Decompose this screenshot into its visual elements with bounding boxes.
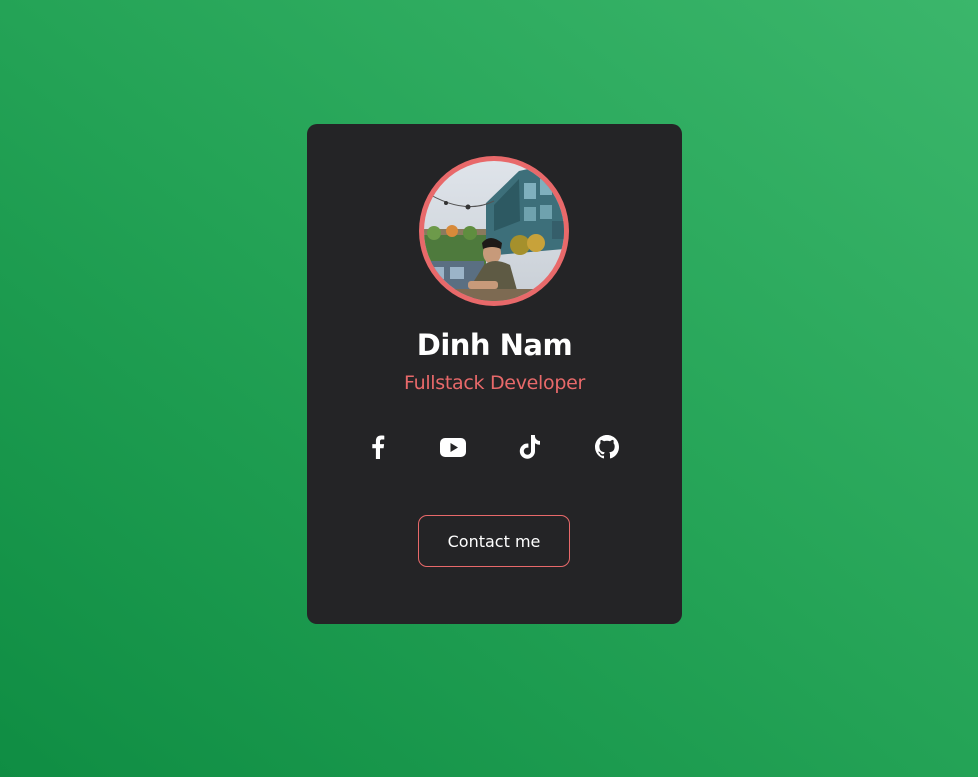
facebook-link[interactable] [364, 433, 392, 461]
profile-name: Dinh Nam [416, 328, 573, 362]
tiktok-link[interactable] [516, 433, 544, 461]
github-link[interactable] [593, 433, 621, 461]
avatar-ring [419, 156, 569, 306]
github-icon [595, 435, 619, 459]
profile-role: Fullstack Developer [404, 372, 585, 394]
youtube-link[interactable] [439, 433, 467, 461]
avatar [424, 161, 564, 301]
tiktok-icon [519, 435, 540, 459]
profile-card: Dinh Nam Fullstack Developer Contact me [307, 124, 682, 624]
facebook-icon [372, 435, 385, 459]
youtube-icon [440, 437, 466, 457]
contact-me-button[interactable]: Contact me [418, 515, 570, 567]
